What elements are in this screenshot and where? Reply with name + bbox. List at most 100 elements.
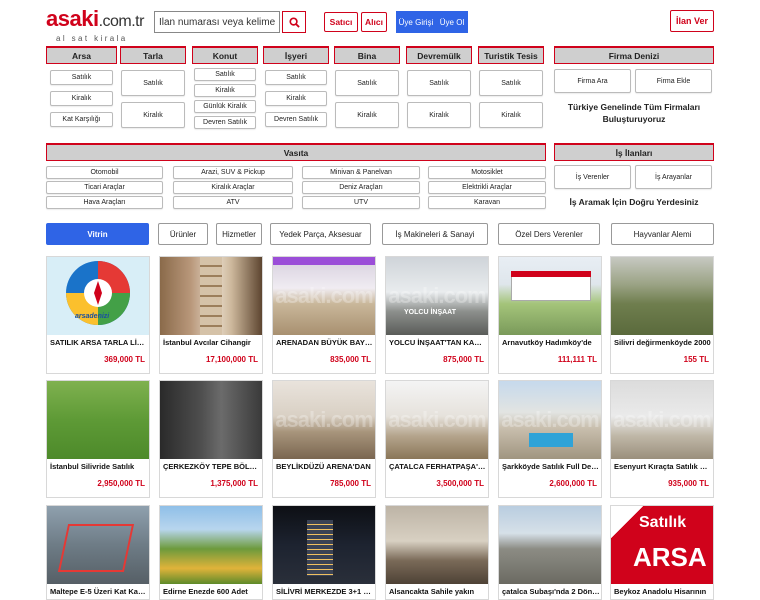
turistik-satilik[interactable]: Satılık bbox=[479, 70, 543, 96]
site-logo[interactable]: asaki.com.tr al sat kirala bbox=[46, 8, 144, 44]
isyeri-satilik[interactable]: Satılık bbox=[265, 70, 327, 85]
category-firma-denizi[interactable]: Firma Denizi bbox=[554, 46, 714, 64]
listing-image bbox=[611, 257, 713, 335]
listing-image: asaki.com bbox=[273, 257, 375, 335]
isyeri-kiralik[interactable]: Kiralık bbox=[265, 91, 327, 106]
search-input[interactable] bbox=[154, 11, 280, 33]
watermark: asaki.com bbox=[613, 407, 711, 432]
watermark: asaki.com bbox=[501, 407, 599, 432]
category-vasita[interactable]: Vasıta bbox=[46, 143, 546, 161]
listing-price: 111,111 TL bbox=[557, 355, 597, 364]
isyeri-devren-satilik[interactable]: Devren Satılık bbox=[265, 112, 327, 127]
vasita-motosiklet[interactable]: Motosiklet bbox=[428, 166, 546, 179]
listing-image: asaki.com bbox=[499, 381, 601, 459]
bina-satilik[interactable]: Satılık bbox=[335, 70, 399, 96]
listing-card[interactable]: asaki.com Esenyurt Kıraçta Satılık Daire… bbox=[610, 380, 714, 498]
category-bina[interactable]: Bina bbox=[334, 46, 400, 64]
firma-ara-button[interactable]: Firma Ara bbox=[554, 69, 631, 93]
listing-title: ARENADAN BÜYÜK BAYRAM bbox=[276, 338, 374, 347]
category-konut[interactable]: Konut bbox=[192, 46, 258, 64]
turistik-kiralik[interactable]: Kiralık bbox=[479, 102, 543, 128]
listing-card[interactable]: Silivri değirmenköyde 2000 155 TL bbox=[610, 256, 714, 374]
vasita-utv[interactable]: UTV bbox=[302, 196, 420, 209]
listing-card[interactable]: asaki.com ÇATALCA FERHATPAŞA'DA 3,500,00… bbox=[385, 380, 489, 498]
firma-ekle-button[interactable]: Firma Ekle bbox=[635, 69, 712, 93]
tab-hayvanlar[interactable]: Hayvanlar Alemi bbox=[611, 223, 714, 245]
is-arayanlar-button[interactable]: İş Arayanlar bbox=[635, 165, 712, 189]
tab-is-makineleri[interactable]: İş Makineleri & Sanayi bbox=[382, 223, 488, 245]
tab-ozel-ders[interactable]: Özel Ders Verenler bbox=[498, 223, 600, 245]
listing-image bbox=[386, 506, 488, 584]
listing-card[interactable]: Edirne Enezde 600 Adet bbox=[159, 505, 263, 600]
listing-card[interactable]: ÇERKEZKÖY TEPE BÖLGESİ 1,375,000 TL bbox=[159, 380, 263, 498]
arsa-kiralik[interactable]: Kiralık bbox=[50, 91, 113, 106]
listing-card[interactable]: asaki.com YOLCU İNŞAAT YOLCU İNŞAAT'TAN … bbox=[385, 256, 489, 374]
vasita-kiralik[interactable]: Kiralık Araçlar bbox=[173, 181, 293, 194]
alici-button[interactable]: Alıcı bbox=[361, 12, 387, 32]
listing-image: asaki.com YOLCU İNŞAAT bbox=[386, 257, 488, 335]
vasita-atv[interactable]: ATV bbox=[173, 196, 293, 209]
vasita-minivan[interactable]: Minivan & Panelvan bbox=[302, 166, 420, 179]
vasita-otomobil[interactable]: Otomobil bbox=[46, 166, 163, 179]
watermark: asaki.com bbox=[388, 407, 486, 432]
listing-card[interactable]: SİLİVRİ MERKEZDE 3+1 DAİRE bbox=[272, 505, 376, 600]
listing-card[interactable]: Satılık ARSA Beykoz Anadolu Hisarının bbox=[610, 505, 714, 600]
listing-card[interactable]: İstanbul Avcılar Cihangir 17,100,000 TL bbox=[159, 256, 263, 374]
vasita-karavan[interactable]: Karavan bbox=[428, 196, 546, 209]
konut-kiralik[interactable]: Kiralık bbox=[194, 84, 256, 97]
listing-card[interactable]: çatalca Subaşı'nda 2 Dönüm bbox=[498, 505, 602, 600]
bina-kiralik[interactable]: Kiralık bbox=[335, 102, 399, 128]
category-is-ilanlari[interactable]: İş İlanları bbox=[554, 143, 714, 161]
devremulk-kiralik[interactable]: Kiralık bbox=[407, 102, 471, 128]
listing-image bbox=[499, 257, 601, 335]
arsa-kat-karsiligi[interactable]: Kat Karşılığı bbox=[50, 112, 113, 127]
tab-vitrin[interactable]: Vitrin bbox=[46, 223, 149, 245]
listing-card[interactable]: Arnavutköy Hadımköy'de 111,111 TL bbox=[498, 256, 602, 374]
listing-price: 785,000 TL bbox=[330, 479, 371, 488]
vasita-ticari[interactable]: Ticari Araçlar bbox=[46, 181, 163, 194]
satici-button[interactable]: Satıcı bbox=[324, 12, 358, 32]
listing-image bbox=[160, 381, 262, 459]
arsa-satilik[interactable]: Satılık bbox=[50, 70, 113, 85]
listing-price: 875,000 TL bbox=[443, 355, 484, 364]
register-button[interactable]: Üye Ol bbox=[436, 11, 468, 33]
search-icon bbox=[288, 16, 300, 28]
post-ad-button[interactable]: İlan Ver bbox=[670, 10, 714, 32]
listing-card[interactable]: asaki.com Şarkköyde Satılık Full Deniz 2… bbox=[498, 380, 602, 498]
listing-card[interactable]: Alsancakta Sahile yakın bbox=[385, 505, 489, 600]
category-turistik-tesis[interactable]: Turistik Tesis bbox=[478, 46, 544, 64]
vasita-elektrikli[interactable]: Elektrikli Araçlar bbox=[428, 181, 546, 194]
tab-yedek-parca[interactable]: Yedek Parça, Aksesuar bbox=[270, 223, 371, 245]
vasita-hava[interactable]: Hava Araçları bbox=[46, 196, 163, 209]
listing-title: Esenyurt Kıraçta Satılık Daire bbox=[614, 462, 712, 471]
listing-image bbox=[273, 506, 375, 584]
banner-arsa: ARSA bbox=[633, 542, 707, 572]
listing-card[interactable]: Maltepe E-5 Üzeri Kat Karşılığı bbox=[46, 505, 150, 600]
listing-price: 369,000 TL bbox=[104, 355, 145, 364]
firma-tagline: Türkiye Genelinde Tüm Firmaları Buluştur… bbox=[567, 102, 701, 124]
category-isyeri[interactable]: İşyeri bbox=[263, 46, 329, 64]
search-button[interactable] bbox=[282, 11, 306, 33]
category-devremulk[interactable]: Devremülk bbox=[406, 46, 472, 64]
is-verenler-button[interactable]: İş Verenler bbox=[554, 165, 631, 189]
listing-title: Şarkköyde Satılık Full Deniz bbox=[502, 462, 600, 471]
konut-satilik[interactable]: Satılık bbox=[194, 68, 256, 81]
konut-gunluk-kiralik[interactable]: Günlük Kiralık bbox=[194, 100, 256, 113]
category-arsa[interactable]: Arsa bbox=[46, 46, 117, 64]
tarla-satilik[interactable]: Satılık bbox=[121, 70, 185, 96]
login-button[interactable]: Üye Girişi bbox=[396, 11, 436, 33]
listing-title: Silivri değirmenköyde 2000 bbox=[614, 338, 711, 347]
listing-card[interactable]: asaki.com BEYLİKDÜZÜ ARENA'DAN 785,000 T… bbox=[272, 380, 376, 498]
category-tarla[interactable]: Tarla bbox=[120, 46, 186, 64]
watermark: asaki.com bbox=[388, 283, 486, 308]
listing-card[interactable]: arsadenizi SATILIK ARSA TARLA LİSTESİ 36… bbox=[46, 256, 150, 374]
vasita-arazi-suv[interactable]: Arazi, SUV & Pickup bbox=[173, 166, 293, 179]
devremulk-satilik[interactable]: Satılık bbox=[407, 70, 471, 96]
konut-devren-satilik[interactable]: Devren Satılık bbox=[194, 116, 256, 129]
tarla-kiralik[interactable]: Kiralık bbox=[121, 102, 185, 128]
tab-urunler[interactable]: Ürünler bbox=[158, 223, 208, 245]
tab-hizmetler[interactable]: Hizmetler bbox=[216, 223, 262, 245]
vasita-deniz[interactable]: Deniz Araçları bbox=[302, 181, 420, 194]
listing-card[interactable]: İstanbul Silivride Satılık 2,950,000 TL bbox=[46, 380, 150, 498]
listing-card[interactable]: asaki.com ARENADAN BÜYÜK BAYRAM 835,000 … bbox=[272, 256, 376, 374]
